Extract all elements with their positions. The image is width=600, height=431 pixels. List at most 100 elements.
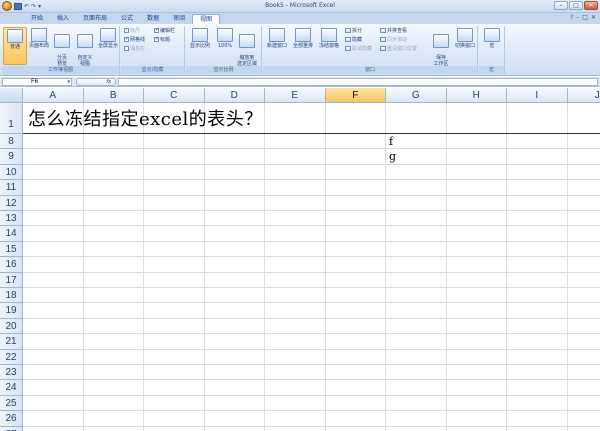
grid-row[interactable]	[23, 149, 600, 165]
grid-row[interactable]	[23, 427, 600, 431]
grid-row[interactable]	[23, 196, 600, 211]
unhide-button[interactable]: 取消隐藏	[345, 46, 372, 53]
row-header-11[interactable]: 11	[0, 180, 23, 196]
cell-g8[interactable]: f	[389, 135, 393, 148]
minimize-button[interactable]: –	[554, 1, 568, 10]
workbook-minimize-button[interactable]: –	[576, 14, 579, 21]
zoom-100-button[interactable]: 100%	[213, 27, 237, 65]
column-header-e[interactable]: E	[265, 88, 326, 103]
tab-home[interactable]: 开始	[24, 14, 50, 24]
cell-g9[interactable]: g	[389, 150, 396, 163]
normal-view-button[interactable]: 普通	[3, 27, 27, 65]
grid-row[interactable]	[23, 242, 600, 258]
tab-review[interactable]: 审阅	[166, 14, 192, 24]
close-button[interactable]: ✕	[584, 1, 598, 10]
grid-row[interactable]	[23, 273, 600, 288]
grid-row[interactable]	[23, 211, 600, 227]
grid-row[interactable]	[23, 396, 600, 412]
column-header-i[interactable]: I	[507, 88, 568, 103]
full-screen-button[interactable]: 全屏显示	[96, 27, 120, 65]
row-header-17[interactable]: 17	[0, 272, 23, 288]
grid-row[interactable]	[23, 319, 600, 335]
row-header-15[interactable]: 15	[0, 241, 23, 258]
column-header-f[interactable]: F	[325, 88, 386, 103]
save-workspace-button[interactable]: 保存 工作区	[429, 27, 453, 67]
row-header-27[interactable]: 27	[0, 426, 23, 431]
ruler-checkbox[interactable]: ✓标尺	[124, 28, 140, 35]
view-side-by-side-button[interactable]: 并排查看	[380, 28, 407, 35]
split-button[interactable]: 拆分	[345, 28, 362, 35]
freeze-panes-button[interactable]: 冻结窗格	[317, 27, 341, 65]
row-header-23[interactable]: 23	[0, 365, 23, 381]
column-header-h[interactable]: H	[446, 88, 507, 103]
page-layout-view-button[interactable]: 页面布局	[27, 27, 51, 65]
chevron-down-icon[interactable]: ▾	[67, 79, 70, 85]
row-header-18[interactable]: 18	[0, 288, 23, 304]
custom-views-button[interactable]: 自定义 视图	[73, 27, 97, 67]
grid-row[interactable]	[23, 365, 600, 381]
row-header-8[interactable]: 8	[0, 134, 23, 150]
switch-windows-button[interactable]: 切换窗口	[453, 27, 477, 65]
column-header-j[interactable]: J	[567, 88, 600, 103]
grid-row[interactable]	[23, 380, 600, 396]
gridlines-checkbox[interactable]: ✓网格线	[124, 37, 145, 44]
grid-row[interactable]	[23, 411, 600, 427]
formula-input[interactable]	[118, 78, 598, 86]
formula-bar-checkbox[interactable]: ✓编辑栏	[154, 28, 175, 35]
grid-row[interactable]	[23, 257, 600, 273]
insert-function-button[interactable]: fx	[76, 78, 116, 86]
row-header-20[interactable]: 20	[0, 318, 23, 335]
column-header-a[interactable]: A	[23, 88, 84, 103]
worksheet-grid[interactable]: A B C D E F G H I J 1 8 f 9 g 10 11 12 13 14 15 16 17 18 19 20 21 2…	[0, 88, 600, 431]
page-break-preview-button[interactable]: 分页 预览	[50, 27, 74, 67]
tab-formulas[interactable]: 公式	[114, 14, 140, 24]
row-header-13[interactable]: 13	[0, 211, 23, 227]
column-header-d[interactable]: D	[204, 88, 265, 103]
maximize-button[interactable]: □	[569, 1, 583, 10]
grid-row[interactable]	[23, 226, 600, 242]
grid-row[interactable]	[23, 165, 600, 181]
grid-row[interactable]	[23, 180, 600, 196]
message-bar-checkbox[interactable]: 消息栏	[124, 46, 145, 53]
workbook-restore-button[interactable]: □	[582, 14, 588, 21]
tab-page-layout[interactable]: 页面布局	[76, 14, 114, 24]
row-header-22[interactable]: 22	[0, 349, 23, 365]
row-header-14[interactable]: 14	[0, 226, 23, 242]
row-header-24[interactable]: 24	[0, 380, 23, 396]
row-header-26[interactable]: 26	[0, 411, 23, 427]
column-header-c[interactable]: C	[144, 88, 205, 103]
row-header-12[interactable]: 12	[0, 195, 23, 211]
select-all-button[interactable]	[0, 88, 23, 103]
row-header-9[interactable]: 9	[0, 149, 23, 165]
grid-row[interactable]	[23, 288, 600, 304]
grid-row[interactable]	[23, 303, 600, 319]
grid-row[interactable]	[23, 334, 600, 350]
cell-a1[interactable]: 怎么冻结指定excel的表头？	[28, 105, 263, 131]
grid-row[interactable]	[23, 134, 600, 150]
row-header-10[interactable]: 10	[0, 164, 23, 181]
row-header-19[interactable]: 19	[0, 303, 23, 319]
tab-insert[interactable]: 插入	[50, 14, 76, 24]
column-header-g[interactable]: G	[386, 88, 447, 103]
grid-row[interactable]	[23, 350, 600, 365]
macros-button[interactable]: 宏	[480, 27, 504, 65]
new-window-button[interactable]: 新建窗口	[265, 27, 289, 65]
zoom-to-selection-button[interactable]: 缩放到 选定区域	[235, 27, 259, 67]
headings-checkbox[interactable]: ✓标题	[154, 37, 170, 44]
hide-button[interactable]: 隐藏	[345, 37, 362, 44]
zoom-button[interactable]: 显示比例	[188, 27, 212, 65]
reset-window-position-button[interactable]: 重设窗口位置	[380, 46, 417, 53]
tab-data[interactable]: 数据	[140, 14, 166, 24]
row-header-1[interactable]: 1	[0, 103, 23, 134]
row-header-16[interactable]: 16	[0, 257, 23, 273]
row-header-25[interactable]: 25	[0, 395, 23, 412]
arrange-all-button[interactable]: 全部重排	[291, 27, 315, 65]
help-icon[interactable]: ?	[570, 14, 573, 21]
ribbon: 普通 页面布局 分页 预览 自定义 视图 全屏显示 工作簿视图 ✓标尺 ✓网格线…	[0, 24, 600, 76]
synchronous-scrolling-button[interactable]: 同步滚动	[380, 37, 407, 44]
name-box[interactable]: F6 ▾	[2, 78, 72, 86]
workbook-close-button[interactable]: ✕	[591, 14, 596, 21]
tab-view[interactable]: 视图	[192, 14, 221, 24]
column-header-b[interactable]: B	[83, 88, 144, 103]
row-header-21[interactable]: 21	[0, 334, 23, 350]
